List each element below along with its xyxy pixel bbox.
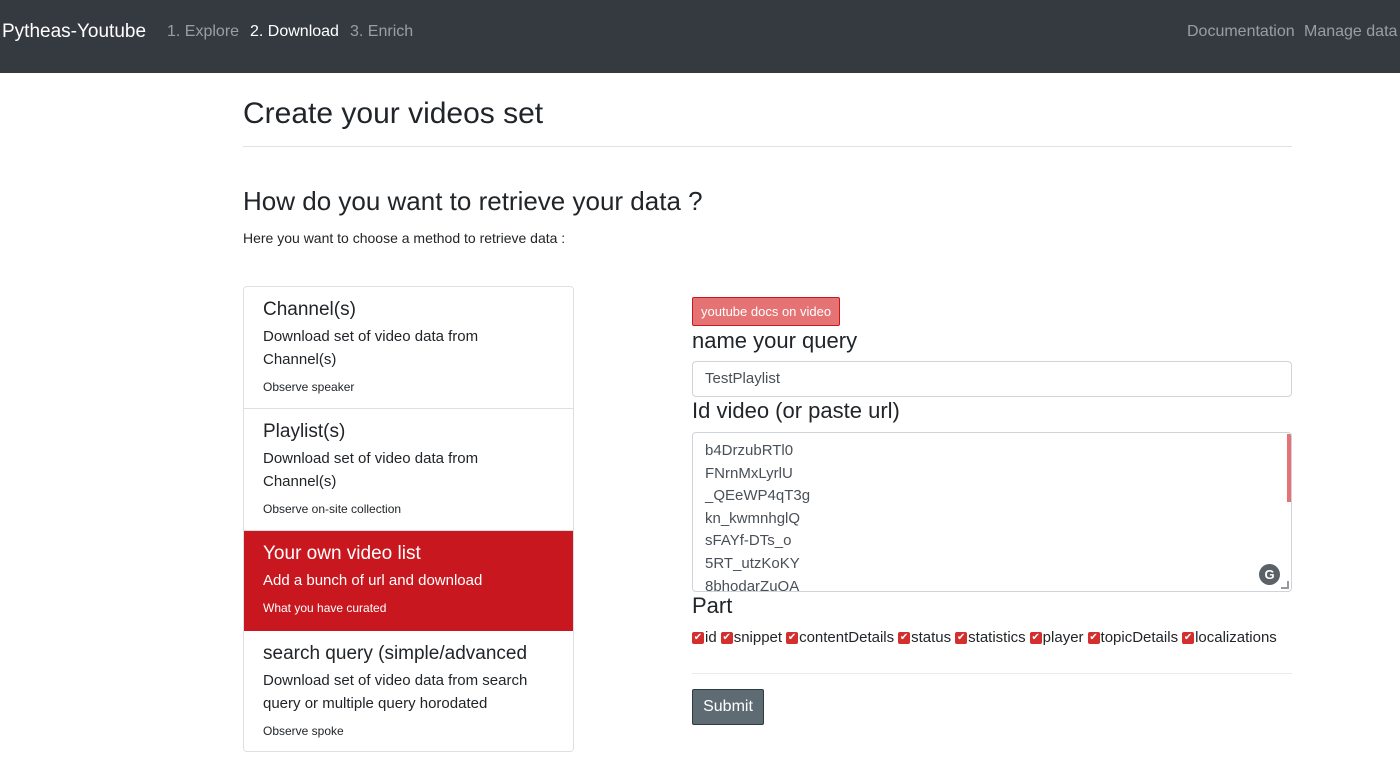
method-title: search query (simple/advanced bbox=[263, 643, 528, 664]
video-ids-textarea[interactable]: b4DrzubRTl0 FNrnMxLyrlU _QEeWP4qT3g kn_k… bbox=[692, 432, 1292, 592]
section-title: How do you want to retrieve your data ? bbox=[243, 186, 703, 216]
part-option-id[interactable]: ✔ id bbox=[692, 629, 717, 647]
part-option-contentdetails[interactable]: ✔ contentDetails bbox=[786, 629, 894, 647]
method-description: Download set of video data from search q… bbox=[263, 672, 528, 712]
method-note: Observe spoke bbox=[263, 724, 344, 738]
checkbox-checked-icon[interactable]: ✔ bbox=[720, 632, 733, 644]
method-item-channels[interactable]: Channel(s) Download set of video data fr… bbox=[244, 287, 573, 409]
checkbox-checked-icon[interactable]: ✔ bbox=[1029, 632, 1042, 644]
checkbox-checked-icon[interactable]: ✔ bbox=[1087, 632, 1100, 644]
section-description: Here you want to choose a method to retr… bbox=[243, 230, 566, 246]
video-id-line: FNrnMxLyrlU bbox=[705, 464, 793, 482]
form-divider bbox=[692, 673, 1292, 674]
part-option-label: player bbox=[1042, 629, 1084, 646]
method-item-search-query[interactable]: search query (simple/advanced Download s… bbox=[244, 631, 573, 751]
video-id-line: kn_kwmnhglQ bbox=[705, 509, 801, 527]
query-name-label: name your query bbox=[692, 328, 858, 353]
method-note: What you have curated bbox=[263, 601, 387, 615]
part-option-player[interactable]: ✔ player bbox=[1029, 629, 1084, 647]
method-item-playlists[interactable]: Playlist(s) Download set of video data f… bbox=[244, 409, 573, 531]
part-option-label: contentDetails bbox=[799, 629, 895, 646]
part-label: Part bbox=[692, 593, 733, 618]
method-description: Download set of video data from Channel(… bbox=[263, 450, 479, 490]
title-divider bbox=[243, 146, 1292, 147]
youtube-docs-badge[interactable]: youtube docs on video bbox=[692, 297, 841, 326]
method-note: Observe speaker bbox=[263, 380, 355, 394]
video-ids-lines: b4DrzubRTl0 FNrnMxLyrlU _QEeWP4qT3g kn_k… bbox=[705, 440, 811, 592]
video-id-line: 8bhodarZuQA bbox=[705, 577, 800, 592]
page-title: Create your videos set bbox=[243, 97, 544, 130]
part-option-label: topicDetails bbox=[1100, 629, 1179, 646]
video-ids-label: Id video (or paste url) bbox=[692, 398, 900, 423]
nav-documentation-link[interactable]: Documentation bbox=[1187, 22, 1295, 42]
video-id-line: _QEeWP4qT3g bbox=[705, 487, 811, 505]
method-description: Add a bunch of url and download bbox=[263, 572, 483, 589]
textarea-scrollbar[interactable] bbox=[1287, 434, 1291, 502]
method-title: Your own video list bbox=[263, 543, 421, 564]
part-option-statistics[interactable]: ✔ statistics bbox=[955, 629, 1026, 647]
top-navbar: Pytheas-Youtube 1. Explore 2. Download 3… bbox=[0, 0, 1400, 73]
nav-step-download[interactable]: 2. Download bbox=[250, 22, 339, 42]
video-id-line: b4DrzubRTl0 bbox=[705, 442, 794, 459]
video-id-line: sFAYf-DTs_o bbox=[705, 532, 792, 550]
part-option-topicdetails[interactable]: ✔ topicDetails bbox=[1087, 629, 1179, 647]
method-description: Download set of video data from Channel(… bbox=[263, 328, 479, 368]
checkbox-checked-icon[interactable]: ✔ bbox=[786, 632, 799, 644]
part-option-snippet[interactable]: ✔ snippet bbox=[720, 629, 783, 647]
checkbox-checked-icon[interactable]: ✔ bbox=[692, 632, 704, 644]
nav-step-enrich[interactable]: 3. Enrich bbox=[350, 22, 413, 42]
nav-step-explore[interactable]: 1. Explore bbox=[167, 22, 239, 42]
method-title: Playlist(s) bbox=[263, 421, 346, 442]
grammarly-icon[interactable]: G bbox=[1259, 564, 1280, 585]
submit-button[interactable]: Submit bbox=[692, 689, 764, 725]
checkbox-checked-icon[interactable]: ✔ bbox=[1182, 632, 1195, 644]
part-option-label: status bbox=[911, 629, 952, 646]
checkbox-checked-icon[interactable]: ✔ bbox=[955, 632, 968, 644]
method-item-own-video-list[interactable]: Your own video list Add a bunch of url a… bbox=[244, 531, 573, 631]
part-option-localizations[interactable]: ✔ localizations bbox=[1182, 629, 1277, 647]
part-option-label: snippet bbox=[733, 629, 783, 646]
part-checkbox-group: ✔ id ✔ snippet ✔ contentDetails ✔ status ✔ st… bbox=[692, 629, 1281, 647]
part-option-status[interactable]: ✔ status bbox=[898, 629, 951, 647]
method-note: Observe on-site collection bbox=[263, 502, 402, 516]
method-title: Channel(s) bbox=[263, 299, 356, 320]
resize-handle[interactable] bbox=[1281, 581, 1289, 589]
query-name-input[interactable]: TestPlaylist bbox=[692, 361, 1292, 397]
brand-link[interactable]: Pytheas-Youtube bbox=[2, 20, 146, 44]
nav-manage-data-link[interactable]: Manage data bbox=[1304, 22, 1397, 42]
method-list: Channel(s) Download set of video data fr… bbox=[243, 286, 574, 752]
part-option-label: localizations bbox=[1195, 629, 1277, 646]
video-id-line: 5RT_utzKoKY bbox=[705, 554, 800, 572]
part-option-label: statistics bbox=[968, 629, 1026, 646]
checkbox-checked-icon[interactable]: ✔ bbox=[898, 632, 911, 644]
part-option-label: id bbox=[705, 629, 717, 646]
